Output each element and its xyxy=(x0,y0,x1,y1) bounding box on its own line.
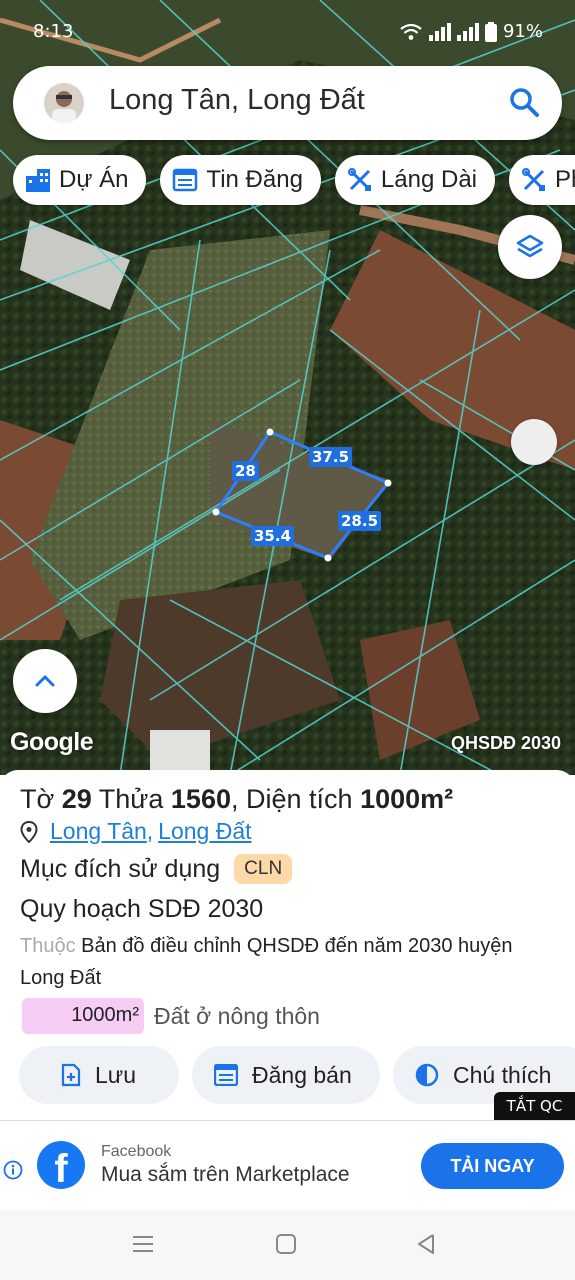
plan-title: Quy hoạch SDĐ 2030 xyxy=(20,895,264,923)
area-label: , Diện tích xyxy=(230,784,353,814)
land-type-label: Đất ở nông thôn xyxy=(154,1002,320,1029)
measure-left: 28 xyxy=(232,461,259,481)
chip-tin-dang[interactable]: Tin Đăng xyxy=(160,155,321,205)
system-nav-bar xyxy=(0,1210,575,1280)
measure-top: 37.5 xyxy=(309,447,353,467)
ad-banner[interactable]: f Facebook Mua sắm trên Marketplace TẢI … xyxy=(0,1120,575,1210)
collapse-button[interactable] xyxy=(13,649,77,713)
tools-icon xyxy=(521,167,547,193)
status-time: 8:13 xyxy=(33,21,74,42)
post-sale-button[interactable]: Đăng bán xyxy=(192,1046,380,1104)
search-bar[interactable]: Long Tân, Long Đất xyxy=(13,66,562,140)
wifi-icon xyxy=(400,23,422,40)
measure-right: 28.5 xyxy=(338,511,382,531)
screen: 37.5 28 28.5 35.4 8:13 91% Long Tân, Lon… xyxy=(0,0,575,1280)
search-input[interactable]: Long Tân, Long Đất xyxy=(109,84,365,117)
location-pin-icon xyxy=(20,820,38,843)
chip-lang-dai[interactable]: Láng Dài xyxy=(334,155,495,205)
purpose-badge: CLN xyxy=(234,854,293,884)
belongs-text: Thuộc Bản đồ điều chỉnh QHSDĐ đến năm 20… xyxy=(20,930,540,994)
chip-label: Dự Án xyxy=(59,166,129,193)
filter-chips: Dự Án Tin Đăng Láng Dài Ph xyxy=(13,155,575,205)
close-ad-button[interactable]: TẮT QC xyxy=(494,1092,575,1120)
location-separator: , xyxy=(146,818,154,844)
facebook-logo-icon: f xyxy=(37,1141,85,1189)
search-icon[interactable] xyxy=(508,86,540,118)
location-link-long-dat[interactable]: Long Đất xyxy=(158,818,251,845)
chip-ph[interactable]: Ph xyxy=(509,155,575,205)
save-label: Lưu xyxy=(95,1061,136,1088)
location-row: Long Tân, Long Đất xyxy=(20,818,252,845)
battery-icon xyxy=(484,21,497,42)
chip-label: Ph xyxy=(555,166,575,193)
buildings-icon xyxy=(25,167,51,193)
chip-du-an[interactable]: Dự Án xyxy=(13,155,147,205)
recents-icon[interactable] xyxy=(132,1232,154,1256)
tools-icon xyxy=(347,167,373,193)
location-link-long-tan[interactable]: Long Tân xyxy=(50,818,147,845)
ad-advertiser: Facebook xyxy=(101,1143,172,1160)
measure-bottom: 35.4 xyxy=(251,526,295,546)
map-view[interactable]: 37.5 28 28.5 35.4 8:13 91% Long Tân, Lon… xyxy=(0,0,575,775)
sheet-number: 29 xyxy=(61,784,92,814)
parcel-title: Tờ 29 Thửa 1560, Diện tích 1000m² xyxy=(20,784,453,815)
plot-number: 1560 xyxy=(170,784,231,814)
legend-label: Chú thích xyxy=(453,1061,552,1088)
action-buttons: Lưu Đăng bán Chú thích xyxy=(19,1046,575,1104)
save-button[interactable]: Lưu xyxy=(19,1046,179,1104)
ad-install-button[interactable]: TẢI NGAY xyxy=(421,1143,564,1189)
plot-label: Thửa xyxy=(98,784,164,814)
home-icon[interactable] xyxy=(275,1232,297,1256)
chip-label: Tin Đăng xyxy=(206,166,303,193)
layers-button[interactable] xyxy=(498,215,562,279)
status-bar: 8:13 91% xyxy=(0,0,575,62)
battery-level: 91% xyxy=(502,21,543,42)
calendar-list-icon xyxy=(172,167,198,193)
land-type-row: 1000m² Đất ở nông thôn xyxy=(22,998,320,1034)
area-value: 1000m² xyxy=(360,784,454,814)
signal-icon xyxy=(428,22,451,41)
post-sale-label: Đăng bán xyxy=(252,1061,352,1088)
avatar[interactable] xyxy=(44,83,84,123)
land-type-area-chip: 1000m² xyxy=(22,998,144,1034)
calendar-list-icon xyxy=(214,1064,238,1086)
belongs-map-name: Bản đồ điều chỉnh QHSDĐ đến năm 2030 huy… xyxy=(20,935,513,989)
plan-layer-label: QHSDĐ 2030 xyxy=(450,733,561,753)
location-marker-button[interactable] xyxy=(511,419,557,465)
belongs-prefix: Thuộc xyxy=(20,935,76,957)
parcel-info-panel: Tờ 29 Thửa 1560, Diện tích 1000m² Long T… xyxy=(0,770,575,1120)
purpose-label: Mục đích sử dụng xyxy=(20,854,221,883)
back-icon[interactable] xyxy=(415,1232,437,1256)
ad-headline: Mua sắm trên Marketplace xyxy=(101,1163,350,1186)
sheet-label: Tờ xyxy=(20,784,55,814)
chevron-up-icon xyxy=(35,675,55,687)
chip-label: Láng Dài xyxy=(380,166,477,193)
signal-icon-2 xyxy=(456,22,479,41)
purpose-row: Mục đích sử dụng CLN xyxy=(20,854,293,884)
half-circle-icon xyxy=(415,1063,439,1087)
info-icon[interactable] xyxy=(3,1160,23,1180)
google-logo: Google xyxy=(10,728,94,756)
layers-icon xyxy=(516,234,544,258)
save-plus-icon xyxy=(61,1063,81,1087)
